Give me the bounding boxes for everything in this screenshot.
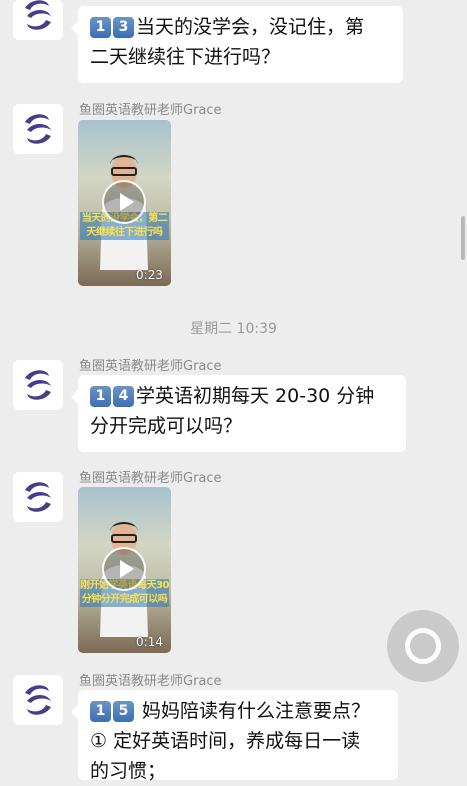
video-duration: 0:14 [136, 635, 163, 649]
sender-name: 鱼圈英语教研老师Grace [79, 359, 222, 374]
fish-logo-icon [25, 370, 51, 400]
fish-logo-icon [25, 482, 51, 512]
avatar[interactable] [13, 472, 63, 522]
play-icon[interactable] [102, 180, 146, 224]
avatar[interactable] [13, 675, 63, 725]
fish-logo-icon [25, 114, 51, 144]
video-duration: 0:23 [136, 268, 163, 282]
message-text-line: 学英语初期每天 20-30 分钟 [136, 385, 375, 407]
keycap-digit: 1 [90, 17, 111, 38]
sender-name: 鱼圈英语教研老师Grace [79, 471, 222, 486]
assistive-touch-icon[interactable] [387, 610, 459, 682]
message-text-line: ① 定好英语时间，养成每日一读 [90, 730, 361, 752]
fish-logo-icon [25, 685, 51, 715]
video-message[interactable]: 当天的没学会，第二天继续往下进行吗 0:23 [78, 120, 171, 286]
avatar[interactable] [13, 0, 63, 40]
message-bubble[interactable]: 15 妈妈陪读有什么注意要点？ ① 定好英语时间，养成每日一读 的习惯； [71, 690, 398, 782]
message-bubble[interactable]: 1 3 当天的没学会，没记住，第 二天继续往下进行吗？ [71, 6, 403, 83]
message-text-line: 当天的没学会，没记住，第 [136, 16, 365, 38]
message-text-line: 分开完成可以吗？ [90, 415, 243, 437]
sender-name: 鱼圈英语教研老师Grace [79, 103, 222, 118]
chat-timestamp: 星期二 10:39 [190, 321, 277, 337]
keycap-digit: 3 [113, 17, 134, 38]
message-text-line: 的习惯； [90, 760, 167, 782]
keycap-digit: 4 [113, 386, 134, 407]
message-text-line: 二天继续往下进行吗？ [90, 46, 281, 68]
avatar[interactable] [13, 360, 63, 410]
sender-name: 鱼圈英语教研老师Grace [79, 674, 222, 689]
scrollbar[interactable] [461, 216, 465, 260]
message-text-line: 妈妈陪读有什么注意要点？ [136, 700, 371, 722]
keycap-digit: 1 [90, 701, 111, 722]
keycap-digit: 1 [90, 386, 111, 407]
message-bubble[interactable]: 1 4 学英语初期每天 20-30 分钟 分开完成可以吗？ [71, 375, 406, 452]
fish-logo-icon [25, 0, 51, 30]
avatar[interactable] [13, 104, 63, 154]
play-icon[interactable] [102, 547, 146, 591]
keycap-digit: 5 [113, 701, 134, 722]
video-message[interactable]: 刚开始学英语每天30分钟分开完成可以吗 0:14 [78, 487, 171, 653]
